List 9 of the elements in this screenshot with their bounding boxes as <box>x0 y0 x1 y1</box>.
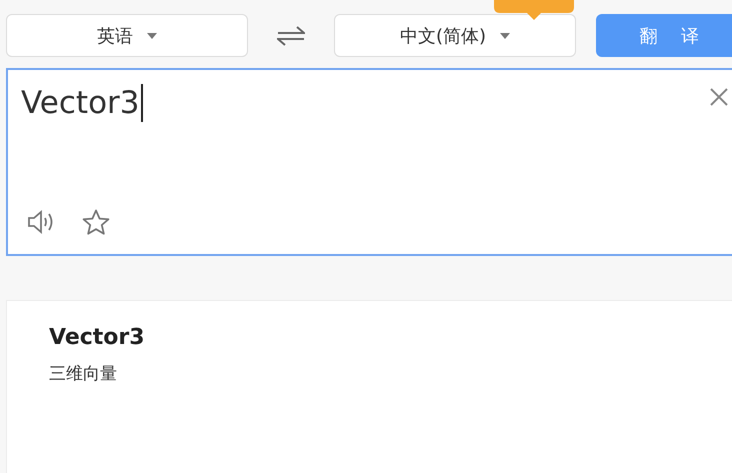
result-word: Vector3 <box>49 325 145 350</box>
close-icon[interactable] <box>710 88 728 106</box>
caret-icon <box>500 32 510 38</box>
result-meaning: 三维向量 <box>49 363 117 385</box>
target-language-select[interactable]: 中文(简体) <box>334 14 576 57</box>
input-field[interactable]: Vector3 <box>21 84 143 122</box>
source-language-select[interactable]: 英语 <box>6 14 248 57</box>
star-icon[interactable] <box>82 209 110 236</box>
caret-icon <box>147 32 157 38</box>
